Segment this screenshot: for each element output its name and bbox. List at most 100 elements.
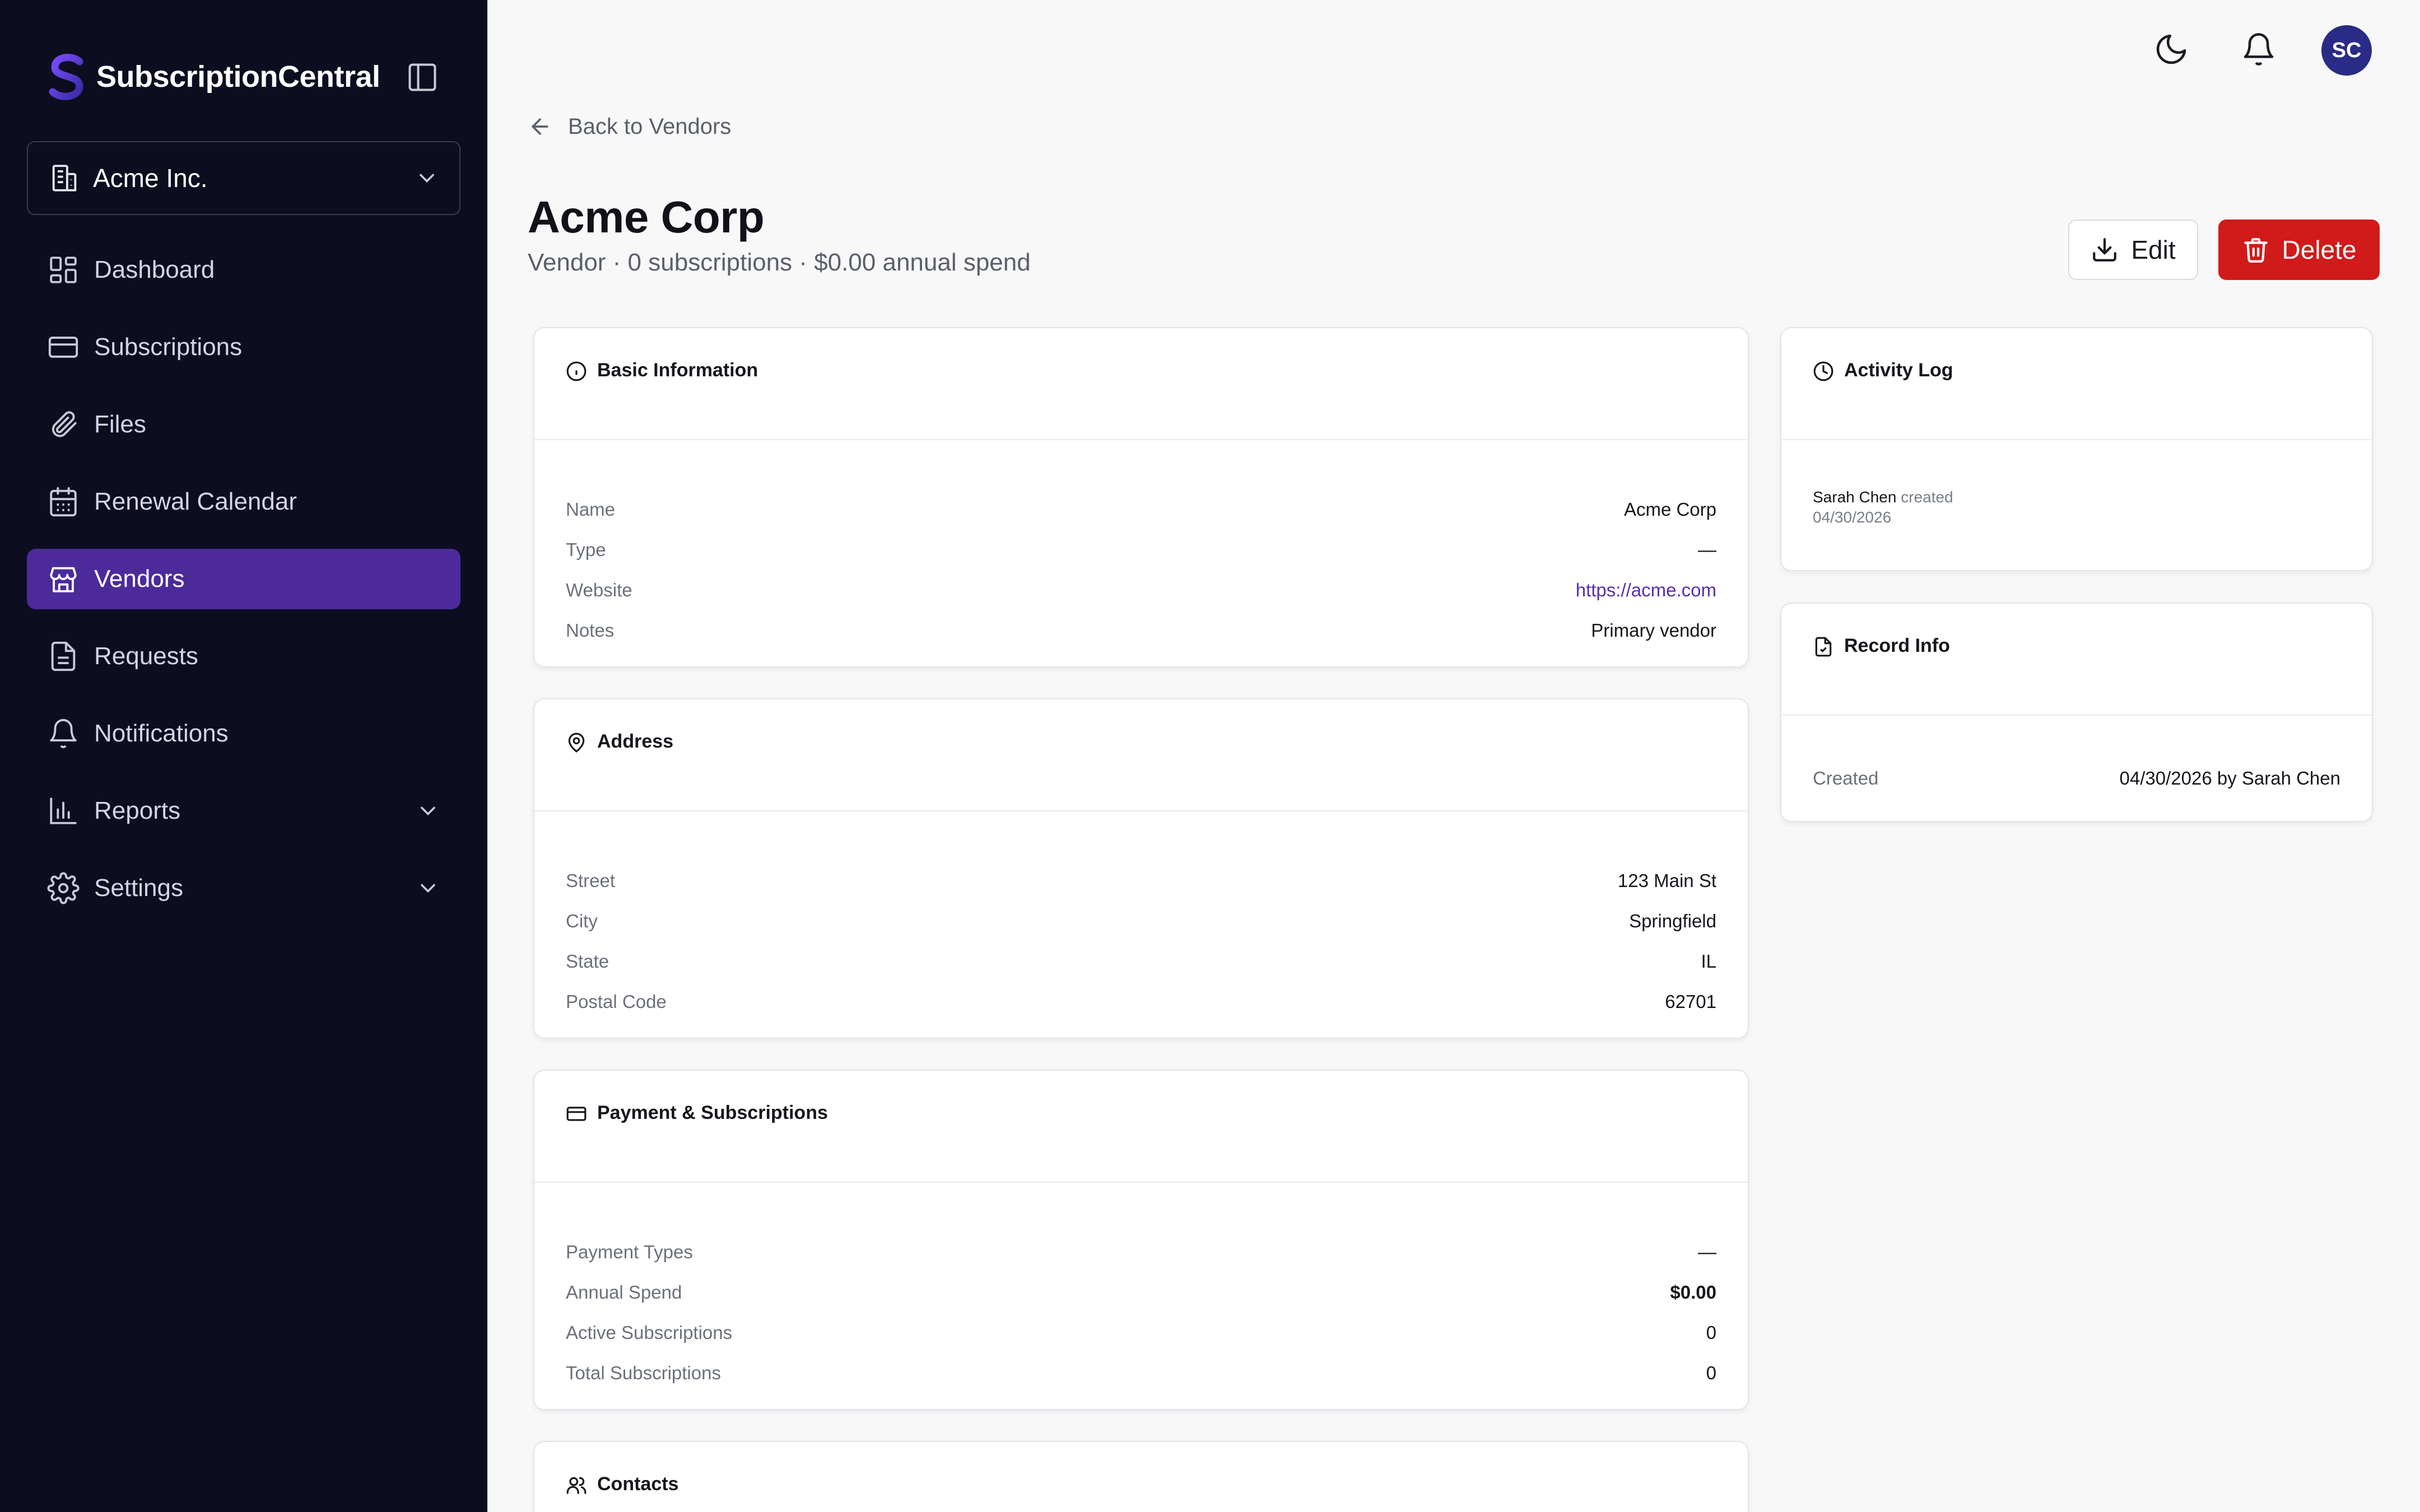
sidebar-item-reports[interactable]: Reports xyxy=(27,781,460,841)
calendar-icon xyxy=(50,487,77,517)
delete-button-label: Delete xyxy=(2282,235,2357,264)
field-label: Created xyxy=(1813,768,1879,788)
chevron-down-icon xyxy=(421,884,435,893)
sidebar-item-label: Settings xyxy=(94,874,183,902)
card-header: Contacts xyxy=(534,1442,1748,1512)
sidebar-item-dashboard[interactable]: Dashboard xyxy=(27,240,460,300)
page-subtitle: Vendor · 0 subscriptions · $0.00 annual … xyxy=(528,249,1031,276)
map-pin-icon xyxy=(568,732,585,753)
card-body: Name Acme Corp Type — Website https://ac… xyxy=(534,440,1748,651)
field-label: Annual Spend xyxy=(566,1282,682,1303)
field-row: Total Subscriptions 0 xyxy=(566,1353,1716,1393)
sidebar: SubscriptionCentral Acme Inc. Dashboard … xyxy=(0,0,487,1512)
field-value: 62701 xyxy=(1665,991,1716,1012)
card-header: Activity Log xyxy=(1781,328,2372,440)
brand[interactable]: SubscriptionCentral xyxy=(45,52,380,102)
field-row: Created 04/30/2026 by Sarah Chen xyxy=(1813,758,2340,799)
card-body: Payment Types — Annual Spend $0.00 Activ… xyxy=(534,1183,1748,1393)
field-row: Name Acme Corp xyxy=(566,489,1716,530)
sidebar-toggle-icon[interactable] xyxy=(406,60,439,94)
card-body: Street 123 Main St City Springfield Stat… xyxy=(534,811,1748,1022)
app-root: SubscriptionCentral Acme Inc. Dashboard … xyxy=(0,0,2420,1512)
field-row: Street 123 Main St xyxy=(566,861,1716,901)
back-to-vendors-link[interactable]: Back to Vendors xyxy=(528,110,731,143)
sidebar-item-label: Renewal Calendar xyxy=(94,488,297,515)
field-label: Total Subscriptions xyxy=(566,1362,721,1383)
arrow-left-icon xyxy=(532,118,548,135)
contacts-card: Contacts xyxy=(533,1441,1749,1512)
download-icon xyxy=(2093,238,2117,262)
sidebar-item-requests[interactable]: Requests xyxy=(27,626,460,687)
sidebar-item-subscriptions[interactable]: Subscriptions xyxy=(27,317,460,377)
field-row: Notes Primary vendor xyxy=(566,610,1716,651)
bar-chart-icon xyxy=(50,797,77,824)
field-row: Website https://acme.com xyxy=(566,570,1716,610)
field-value: $0.00 xyxy=(1670,1282,1716,1303)
field-value: — xyxy=(1698,1242,1716,1262)
org-switcher[interactable]: Acme Inc. xyxy=(27,141,460,215)
field-value: Acme Corp xyxy=(1623,499,1716,520)
field-value: 0 xyxy=(1706,1362,1716,1383)
field-label: Notes xyxy=(566,620,615,641)
field-value: IL xyxy=(1701,951,1716,972)
edit-button[interactable]: Edit xyxy=(2068,220,2198,280)
building-icon xyxy=(52,165,77,192)
avatar[interactable]: SC xyxy=(2321,25,2372,76)
card-title: Record Info xyxy=(1844,635,1950,656)
sidebar-item-notifications[interactable]: Notifications xyxy=(27,703,460,764)
sidebar-item-label: Notifications xyxy=(94,720,229,747)
sidebar-item-files[interactable]: Files xyxy=(27,394,460,455)
field-value: 0 xyxy=(1706,1322,1716,1343)
card-header: Record Info xyxy=(1781,604,2372,716)
field-label: Website xyxy=(566,580,632,600)
credit-card-icon xyxy=(566,1107,587,1121)
sidebar-item-label: Subscriptions xyxy=(94,333,243,361)
field-label: Type xyxy=(566,539,606,560)
field-label: Street xyxy=(566,870,616,891)
field-row: Postal Code 62701 xyxy=(566,982,1716,1022)
sidebar-item-vendors[interactable]: Vendors xyxy=(27,549,460,609)
card-title: Payment & Subscriptions xyxy=(597,1102,828,1123)
credit-card-icon xyxy=(48,337,78,358)
website-link[interactable]: https://acme.com xyxy=(1576,580,1716,601)
address-card: Address Street 123 Main St City Springfi… xyxy=(533,698,1749,1039)
field-row: Payment Types — xyxy=(566,1232,1716,1272)
basic-information-card: Basic Information Name Acme Corp Type — … xyxy=(533,327,1749,668)
card-header: Address xyxy=(534,699,1748,811)
back-link-label: Back to Vendors xyxy=(568,114,732,139)
field-row: City Springfield xyxy=(566,901,1716,941)
chevron-down-icon xyxy=(420,174,434,183)
sidebar-item-label: Requests xyxy=(94,642,198,670)
document-icon xyxy=(51,641,76,671)
sidebar-nav: Dashboard Subscriptions Files Renewal Ca… xyxy=(27,240,460,935)
field-label: Name xyxy=(566,499,616,520)
field-row: State IL xyxy=(566,941,1716,982)
bell-icon[interactable] xyxy=(2241,31,2277,67)
activity-date: 04/30/2026 xyxy=(1813,508,1892,526)
file-check-icon xyxy=(1815,637,1832,657)
delete-button[interactable]: Delete xyxy=(2218,220,2380,280)
card-header: Payment & Subscriptions xyxy=(534,1071,1748,1183)
sidebar-item-renewal-calendar[interactable]: Renewal Calendar xyxy=(27,472,460,532)
sidebar-item-label: Dashboard xyxy=(94,256,215,283)
field-label: Active Subscriptions xyxy=(566,1322,733,1343)
activity-log-card: Activity Log Sarah Chen created 04/30/20… xyxy=(1780,327,2373,571)
trash-icon xyxy=(2244,238,2268,263)
gear-icon xyxy=(47,872,80,904)
page-title: Acme Corp xyxy=(528,192,765,242)
sidebar-item-label: Files xyxy=(94,410,146,438)
users-icon xyxy=(566,1477,587,1494)
sidebar-item-settings[interactable]: Settings xyxy=(27,858,460,918)
card-body: Created 04/30/2026 by Sarah Chen xyxy=(1781,716,2372,799)
sidebar-item-label: Reports xyxy=(94,797,181,824)
record-info-card: Record Info Created 04/30/2026 by Sarah … xyxy=(1780,603,2373,822)
field-label: City xyxy=(566,911,598,931)
field-row: Type — xyxy=(566,530,1716,570)
sidebar-item-label: Vendors xyxy=(94,565,185,592)
activity-user: Sarah Chen xyxy=(1813,488,1897,506)
activity-action: created xyxy=(1901,488,1953,506)
paperclip-icon xyxy=(52,411,77,437)
dark-mode-icon[interactable] xyxy=(2153,31,2189,67)
field-value: 123 Main St xyxy=(1617,870,1716,891)
card-title: Address xyxy=(597,731,674,752)
